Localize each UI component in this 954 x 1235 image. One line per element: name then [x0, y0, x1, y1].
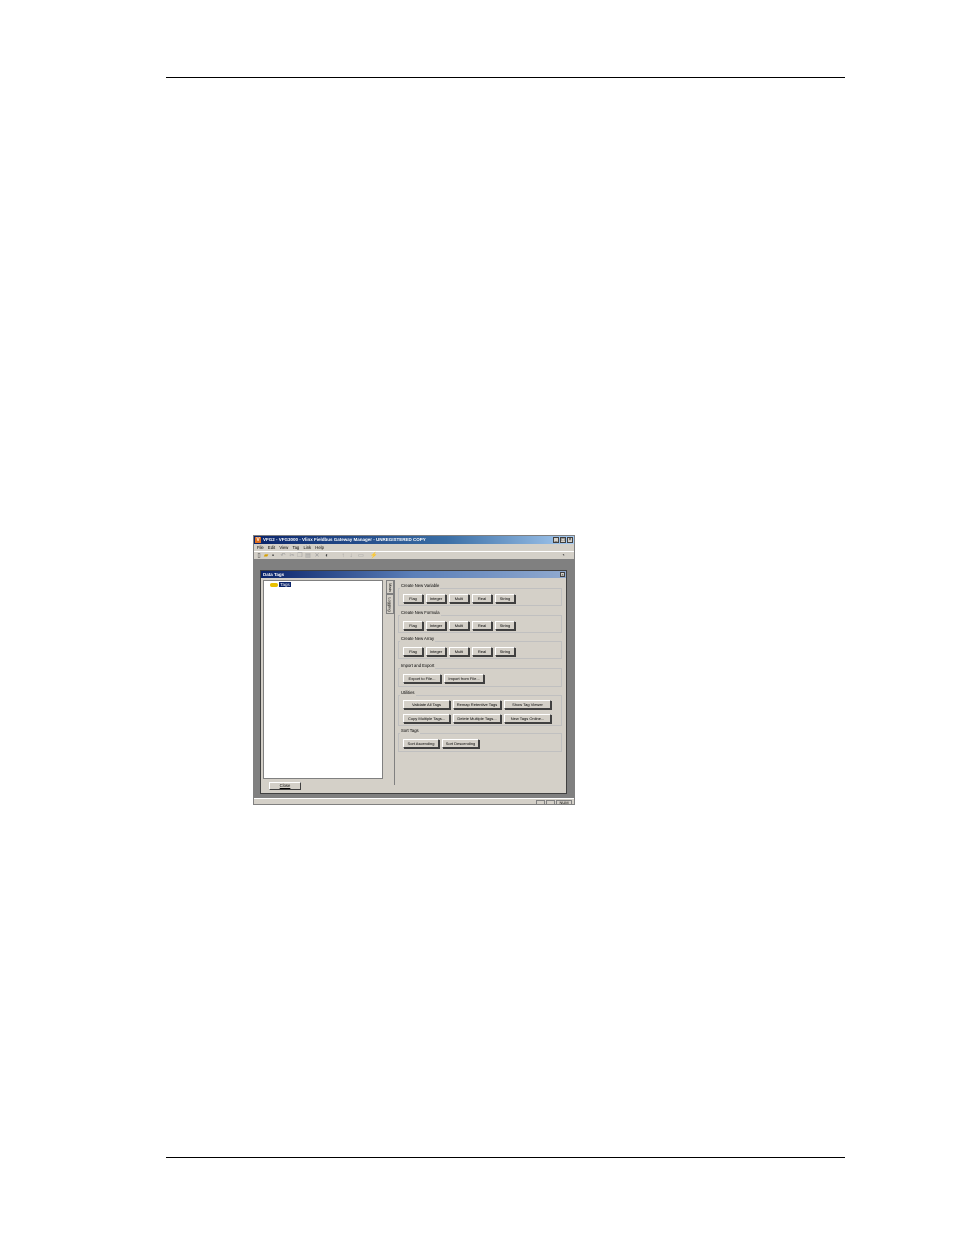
- group-import-export: Import and Export Export to File... Impo…: [398, 663, 562, 687]
- formula-integer-button[interactable]: Integer: [426, 621, 446, 630]
- group-sort-tags: Sort Tags Sort Ascending Sort Descending: [398, 728, 562, 752]
- tab-main[interactable]: Main: [386, 580, 394, 594]
- group-label: Sort Tags: [400, 728, 420, 734]
- tree-node-label: Tags: [279, 582, 291, 587]
- variable-integer-button[interactable]: Integer: [426, 594, 446, 603]
- menu-tag[interactable]: Tag: [293, 544, 300, 551]
- data-tags-title-bar: Data Tags ×: [261, 571, 566, 578]
- array-integer-button[interactable]: Integer: [426, 647, 446, 656]
- array-real-button[interactable]: Real: [472, 647, 492, 656]
- group-label: Create New Variable: [400, 583, 441, 589]
- menu-bar: File Edit View Tag Link Help: [254, 544, 574, 551]
- close-window-button[interactable]: ×: [567, 537, 573, 543]
- show-tag-viewer-button[interactable]: Show Tag Viewer: [504, 700, 551, 709]
- group-label: Create New Formula: [400, 610, 441, 616]
- main-tab-panel: Create New Variable Flag Integer Multi R…: [394, 580, 565, 785]
- status-bar: NUM: [254, 798, 574, 804]
- array-multi-button[interactable]: Multi: [449, 647, 469, 656]
- window-title: VFG2 - VFG3000 - Vlinx Fieldbus Gateway …: [263, 537, 426, 542]
- variable-string-button[interactable]: String: [495, 594, 515, 603]
- array-flag-button[interactable]: Flag: [403, 647, 423, 656]
- menu-link[interactable]: Link: [303, 544, 311, 551]
- group-utilities: Utilities Validate All Tags Remap Retent…: [398, 690, 562, 726]
- status-num: NUM: [556, 800, 572, 804]
- copy-icon[interactable]: ❐: [297, 553, 303, 559]
- tab-logging[interactable]: Logging: [386, 594, 394, 614]
- mdi-area: Data Tags × Tags Main Logging Create New…: [254, 560, 574, 798]
- new-file-icon[interactable]: ▯: [256, 553, 262, 559]
- menu-edit[interactable]: Edit: [268, 544, 275, 551]
- formula-string-button[interactable]: String: [495, 621, 515, 630]
- group-create-variable: Create New Variable Flag Integer Multi R…: [398, 583, 562, 606]
- save-icon[interactable]: ▪: [270, 553, 276, 559]
- delete-icon[interactable]: ✕: [314, 553, 320, 559]
- formula-real-button[interactable]: Real: [472, 621, 492, 630]
- tag-folder-icon: [270, 582, 278, 587]
- group-label: Utilities: [400, 690, 416, 696]
- open-folder-icon[interactable]: ▰: [263, 553, 269, 559]
- new-tags-online-button[interactable]: New Tags Online...: [504, 714, 551, 723]
- variable-real-button[interactable]: Real: [472, 594, 492, 603]
- export-to-file-button[interactable]: Export to File...: [403, 674, 441, 683]
- array-string-button[interactable]: String: [495, 647, 515, 656]
- data-tags-window: Data Tags × Tags Main Logging Create New…: [260, 570, 567, 794]
- formula-flag-button[interactable]: Flag: [403, 621, 423, 630]
- variable-flag-button[interactable]: Flag: [403, 594, 423, 603]
- group-label: Import and Export: [400, 663, 436, 669]
- minimize-button[interactable]: _: [553, 537, 559, 543]
- status-cell: [546, 800, 555, 804]
- title-bar: V VFG2 - VFG3000 - Vlinx Fieldbus Gatewa…: [254, 536, 574, 544]
- remap-retentive-tags-button[interactable]: Remap Retentive Tags: [453, 700, 501, 709]
- group-label: Create New Array: [400, 636, 436, 642]
- close-button[interactable]: Close: [269, 782, 301, 790]
- validate-all-tags-button[interactable]: Validate All Tags: [403, 700, 450, 709]
- undo-icon[interactable]: ↶: [280, 553, 286, 559]
- move-down-icon[interactable]: ↓: [348, 553, 354, 559]
- data-tags-close-icon[interactable]: ×: [560, 572, 565, 577]
- formula-multi-button[interactable]: Multi: [449, 621, 469, 630]
- import-from-file-button[interactable]: Import from File...: [444, 674, 484, 683]
- header-rule: [166, 77, 845, 78]
- move-up-icon[interactable]: ↑: [340, 553, 346, 559]
- data-tags-title: Data Tags: [263, 572, 285, 577]
- variable-multi-button[interactable]: Multi: [449, 594, 469, 603]
- window-icon[interactable]: ▭: [358, 553, 364, 559]
- help-balloon-icon[interactable]: ◔: [560, 553, 566, 559]
- status-cell: [536, 800, 545, 804]
- menu-file[interactable]: File: [257, 544, 264, 551]
- app-logo-icon: V: [255, 537, 261, 543]
- toolbar: ▯ ▰ ▪ ↶ ✂ ❐ ▤ ✕ ◐ ↑ ↓ ▭ ⚡ ◔: [254, 551, 574, 560]
- copy-multiple-tags-button[interactable]: Copy Multiple Tags...: [403, 714, 450, 723]
- paste-icon[interactable]: ▤: [305, 553, 311, 559]
- footer-rule: [166, 1157, 845, 1158]
- app-window-screenshot: V VFG2 - VFG3000 - Vlinx Fieldbus Gatewa…: [253, 535, 575, 805]
- tag-tree[interactable]: Tags: [263, 580, 383, 779]
- sort-ascending-button[interactable]: Sort Ascending: [403, 739, 439, 748]
- cut-icon[interactable]: ✂: [289, 553, 295, 559]
- navigate-icon[interactable]: ◐: [324, 553, 330, 559]
- group-create-array: Create New Array Flag Integer Multi Real…: [398, 636, 562, 659]
- tree-node-tags[interactable]: Tags: [270, 582, 291, 588]
- link-bolt-icon[interactable]: ⚡: [370, 553, 377, 559]
- sort-descending-button[interactable]: Sort Descending: [442, 739, 479, 748]
- menu-view[interactable]: View: [279, 544, 288, 551]
- menu-help[interactable]: Help: [315, 544, 324, 551]
- maximize-button[interactable]: □: [560, 537, 566, 543]
- group-create-formula: Create New Formula Flag Integer Multi Re…: [398, 610, 562, 633]
- delete-multiple-tags-button[interactable]: Delete Multiple Tags...: [453, 714, 501, 723]
